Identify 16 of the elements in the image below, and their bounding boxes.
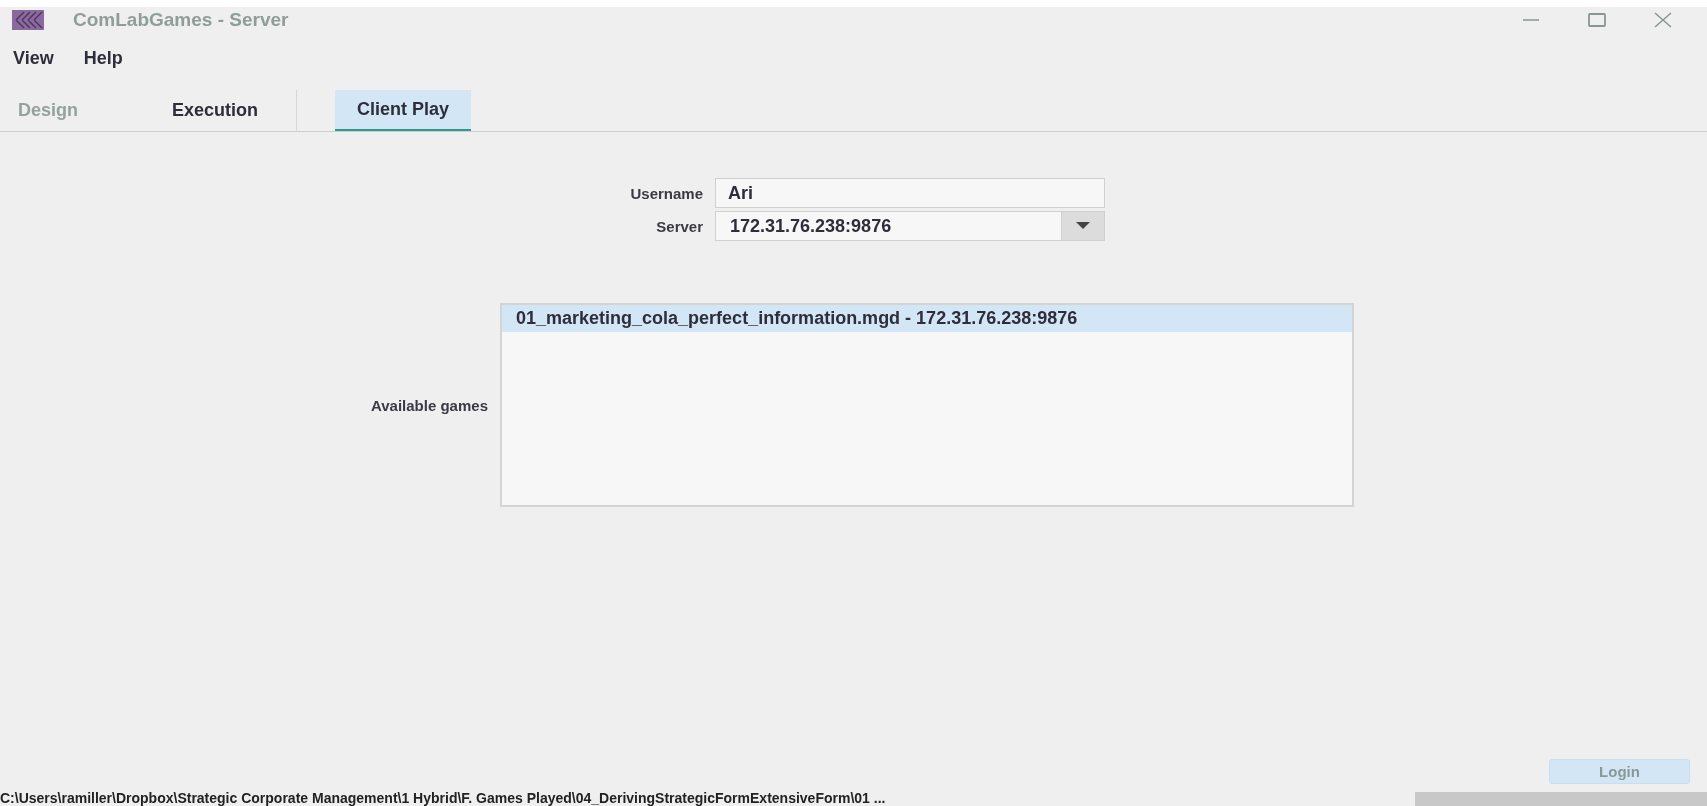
menu-item[interactable]: Help [83, 47, 123, 69]
caret-icon [1076, 222, 1090, 230]
app-logo-icon [12, 10, 44, 30]
close-icon[interactable] [1653, 10, 1673, 30]
maximize-icon[interactable] [1587, 10, 1607, 30]
menu-item[interactable]: View [13, 47, 54, 69]
server-label: Server [655, 217, 703, 235]
username-field[interactable]: Ari [715, 178, 1105, 208]
tab[interactable]: Client Play [335, 90, 472, 131]
window-title: ComLabGames - Server [73, 9, 289, 31]
server-dropdown[interactable]: 172.31.76.238:9876 [715, 211, 1105, 241]
available-games-label: Available games [370, 396, 488, 414]
game-list-item[interactable]: 01_marketing_cola_perfect_information.mgd - 172.31.76.238:9876 [502, 305, 1352, 332]
status-path: C:\Users\ramiller\Dropbox\Strategic Corporate Management\1 Hybrid\F. Games Played\04_DerivingStrategicFormExtensiveForm\01 ... [0, 790, 887, 806]
username-label: Username [629, 184, 703, 202]
tab[interactable]: Execution [154, 90, 277, 131]
